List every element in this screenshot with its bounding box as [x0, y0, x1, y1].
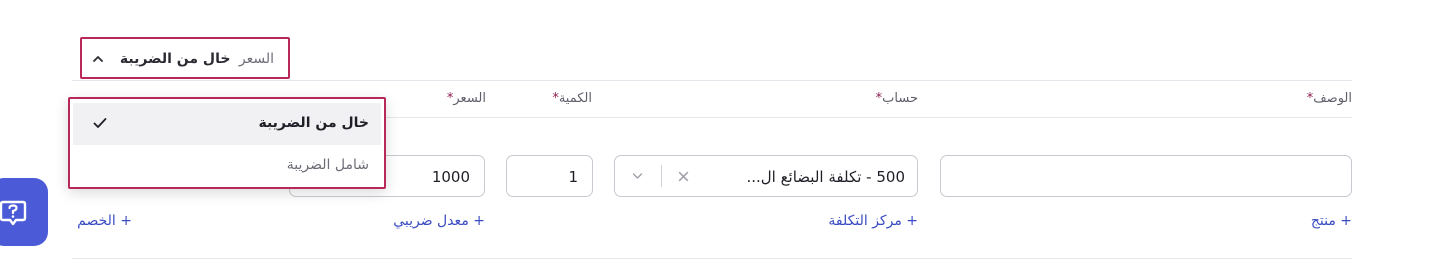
account-select[interactable]: 500 - تكلفة البضائع ال... — [614, 155, 918, 197]
add-product-link[interactable]: + منتج — [1311, 213, 1352, 229]
tax-option-inclusive[interactable]: شامل الضريبة — [73, 145, 381, 187]
column-header-description: الوصف* — [1306, 91, 1352, 106]
close-icon[interactable] — [677, 170, 690, 183]
tax-mode-menu: خال من الضريبة شامل الضريبة — [68, 97, 386, 189]
column-header-quantity: الكمية* — [552, 91, 592, 106]
row-divider — [72, 258, 1352, 259]
tax-option-exclusive[interactable]: خال من الضريبة — [73, 103, 381, 145]
chevron-down-icon[interactable] — [631, 171, 644, 181]
column-header-price: السعر* — [446, 91, 486, 106]
tax-option-label: خال من الضريبة — [258, 115, 369, 131]
column-header-account: حساب* — [875, 91, 918, 106]
add-discount-link[interactable]: + الخصم — [77, 213, 132, 229]
price-mode-label: السعر — [238, 51, 274, 67]
price-mode-toggle[interactable]: السعر خال من الضريبة — [80, 37, 290, 79]
chevron-up-icon — [93, 56, 103, 62]
help-button[interactable] — [0, 178, 48, 246]
price-mode-text: السعر خال من الضريبة — [120, 51, 274, 67]
price-mode-value: خال من الضريبة — [119, 51, 231, 67]
help-chat-icon — [0, 200, 27, 226]
divider — [72, 80, 1352, 81]
select-separator — [661, 165, 662, 187]
check-icon — [93, 118, 107, 128]
add-cost-center-link[interactable]: + مركز التكلفة — [828, 213, 918, 229]
quantity-input[interactable]: 1 — [506, 155, 593, 197]
tax-option-label: شامل الضريبة — [286, 157, 369, 173]
add-tax-rate-link[interactable]: + معدل ضريبي — [393, 213, 485, 229]
account-select-value: 500 - تكلفة البضائع ال... — [746, 168, 905, 186]
description-input[interactable] — [940, 155, 1352, 197]
